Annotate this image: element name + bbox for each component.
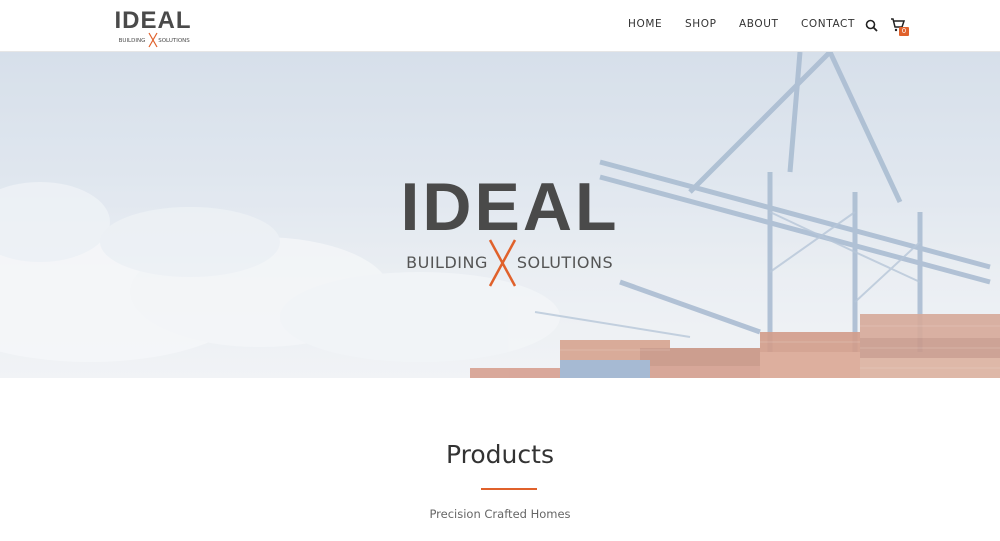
logo-left-word: BUILDING	[119, 38, 146, 44]
site-header: IDEAL BUILDING SOLUTIONS HOME SHOP ABOUT…	[0, 0, 1000, 52]
products-heading: Products	[446, 440, 554, 469]
logo-x-mark	[148, 32, 158, 48]
nav-shop[interactable]: SHOP	[685, 18, 717, 30]
products-divider	[481, 488, 537, 490]
cart-count-badge[interactable]: 0	[899, 27, 909, 36]
hero-logo-wordmark: IDEAL	[401, 169, 620, 245]
products-subtitle: Precision Crafted Homes	[429, 507, 571, 521]
site-logo[interactable]: IDEAL BUILDING SOLUTIONS	[108, 4, 198, 48]
nav-contact[interactable]: CONTACT	[801, 18, 855, 30]
nav-home[interactable]: HOME	[628, 18, 662, 30]
hero-logo-left-word: BUILDING	[406, 253, 488, 272]
logo-wordmark: IDEAL	[115, 7, 192, 34]
logo-right-word: SOLUTIONS	[158, 38, 190, 44]
hero-banner: IDEAL BUILDING SOLUTIONS	[0, 52, 1000, 378]
nav-about[interactable]: ABOUT	[739, 18, 779, 30]
hero-logo-x-mark	[488, 239, 517, 287]
hero-logo: IDEAL BUILDING SOLUTIONS	[401, 169, 620, 287]
search-icon[interactable]	[865, 19, 878, 32]
hero-logo-right-word: SOLUTIONS	[517, 253, 613, 272]
